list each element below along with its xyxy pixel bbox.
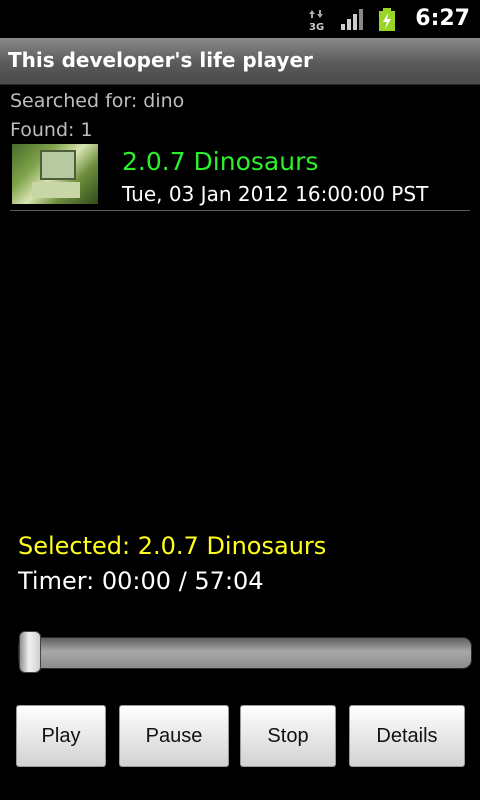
seek-bar[interactable] <box>18 637 472 669</box>
network-3g-icon: 3G <box>309 10 324 32</box>
pause-button[interactable]: Pause <box>119 705 229 767</box>
seek-bar-thumb[interactable] <box>19 631 41 673</box>
status-bar: 3G 6:27 <box>0 0 480 38</box>
app-title-bar: This developer's life player <box>0 38 480 85</box>
svg-text:3G: 3G <box>309 22 324 32</box>
stop-button[interactable]: Stop <box>240 705 336 767</box>
play-button[interactable]: Play <box>16 705 106 767</box>
battery-charging-icon <box>379 8 395 31</box>
result-date: Tue, 03 Jan 2012 16:00:00 PST <box>122 182 429 206</box>
details-button[interactable]: Details <box>349 705 465 767</box>
status-icons: 3G <box>308 7 396 33</box>
selected-episode-label: Selected: 2.0.7 Dinosaurs <box>18 532 327 560</box>
episode-thumbnail <box>12 144 98 204</box>
status-time: 6:27 <box>415 6 470 31</box>
result-list-item[interactable]: 2.0.7 Dinosaurs Tue, 03 Jan 2012 16:00:0… <box>10 143 470 211</box>
result-title: 2.0.7 Dinosaurs <box>122 147 319 176</box>
timer-label: Timer: 00:00 / 57:04 <box>18 567 264 595</box>
signal-icon <box>341 9 363 30</box>
app-title: This developer's life player <box>8 48 313 72</box>
found-count-label: Found: 1 <box>10 119 93 141</box>
search-query-label: Searched for: dino <box>10 90 185 112</box>
